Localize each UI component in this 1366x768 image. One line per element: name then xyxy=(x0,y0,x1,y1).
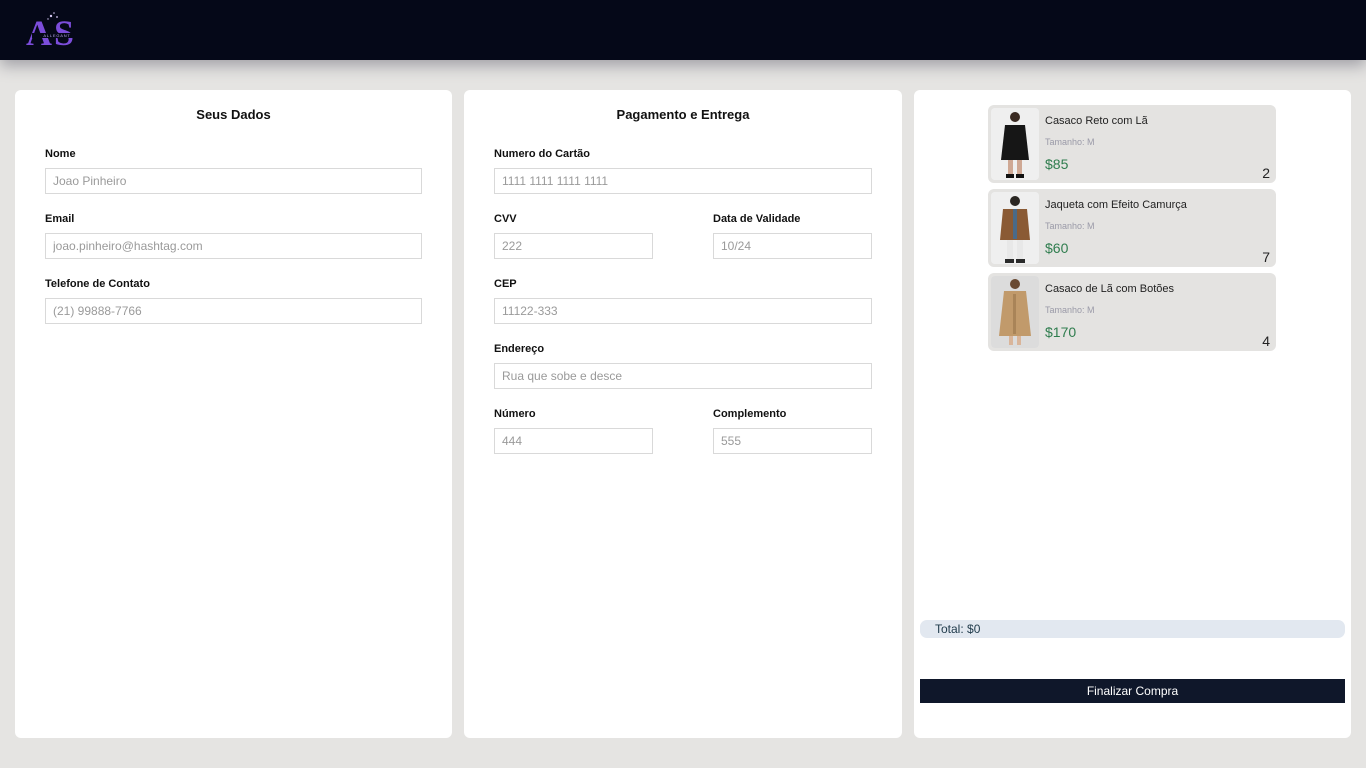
product-size: Tamanho: M xyxy=(1045,305,1095,315)
cart-panel: Casaco Reto com Lã Tamanho: M $85 2 Jaqu… xyxy=(914,90,1351,738)
name-input[interactable] xyxy=(45,168,422,194)
card-number-input[interactable] xyxy=(494,168,872,194)
panel-title: Pagamento e Entrega xyxy=(616,107,750,122)
phone-input[interactable] xyxy=(45,298,422,324)
cep-input[interactable] xyxy=(494,298,872,324)
cart-total: Total: $0 xyxy=(920,620,1345,638)
cvv-input[interactable] xyxy=(494,233,653,259)
svg-text:ALLEGANT: ALLEGANT xyxy=(43,33,70,38)
number-input[interactable] xyxy=(494,428,653,454)
product-name: Casaco Reto com Lã xyxy=(1045,115,1148,127)
email-input[interactable] xyxy=(45,233,422,259)
product-image xyxy=(991,192,1039,264)
name-label: Nome xyxy=(45,148,76,160)
product-price: $85 xyxy=(1045,156,1069,172)
product-name: Casaco de Lã com Botões xyxy=(1045,283,1175,295)
checkout-button[interactable]: Finalizar Compra xyxy=(920,679,1345,703)
product-image xyxy=(991,108,1039,180)
product-price: $60 xyxy=(1045,240,1069,256)
product-name: Jaqueta com Efeito Camurça xyxy=(1045,199,1187,211)
cart-item[interactable]: Jaqueta com Efeito Camurça Tamanho: M $6… xyxy=(988,189,1276,267)
cvv-label: CVV xyxy=(494,213,517,225)
product-size: Tamanho: M xyxy=(1045,221,1095,231)
cart-item[interactable]: Casaco Reto com Lã Tamanho: M $85 2 xyxy=(988,105,1276,183)
payment-delivery-panel: Pagamento e Entrega Numero do Cartão CVV… xyxy=(464,90,902,738)
panel-title: Seus Dados xyxy=(196,107,271,122)
address-label: Endereço xyxy=(494,343,545,355)
email-label: Email xyxy=(45,213,75,225)
complement-label: Complemento xyxy=(713,408,787,420)
product-image xyxy=(991,276,1039,348)
product-price: $170 xyxy=(1045,324,1077,340)
top-navbar: A S ALLEGANT xyxy=(0,0,1366,60)
address-input[interactable] xyxy=(494,363,872,389)
card-number-label: Numero do Cartão xyxy=(494,148,590,160)
expiry-input[interactable] xyxy=(713,233,872,259)
cep-label: CEP xyxy=(494,278,517,290)
personal-data-panel: Seus Dados Nome Email Telefone de Contat… xyxy=(15,90,452,738)
product-quantity: 7 xyxy=(1262,249,1270,265)
expiry-label: Data de Validade xyxy=(713,213,801,225)
brand-logo-icon: A S ALLEGANT xyxy=(26,12,82,53)
brand-logo[interactable]: A S ALLEGANT xyxy=(24,10,90,53)
product-quantity: 2 xyxy=(1262,165,1270,181)
cart-item[interactable]: Casaco de Lã com Botões Tamanho: M $170 … xyxy=(988,273,1276,351)
number-label: Número xyxy=(494,408,536,420)
product-size: Tamanho: M xyxy=(1045,137,1095,147)
complement-input[interactable] xyxy=(713,428,872,454)
phone-label: Telefone de Contato xyxy=(45,278,150,290)
product-quantity: 4 xyxy=(1262,333,1270,349)
